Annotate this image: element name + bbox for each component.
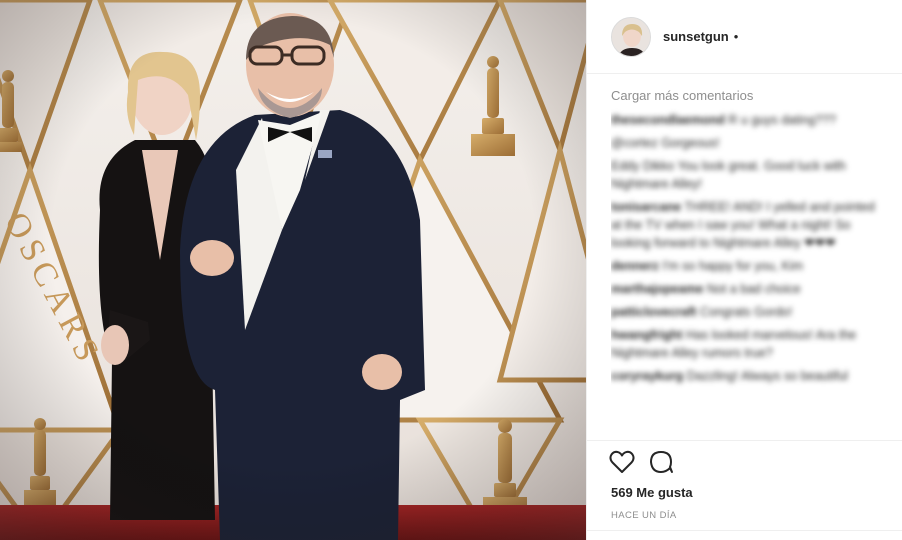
comment-item: dennerz I'm so happy for you, Kim (611, 257, 881, 275)
comment-user[interactable]: coryraykurg (611, 369, 683, 383)
bottom-divider (587, 530, 902, 531)
comments-list: Cargar más comentarios thesecondlaemond … (611, 88, 881, 436)
oscars-red-carpet-photo: OSCARS (0, 0, 586, 540)
comment-text: R u guys dating??? (728, 113, 837, 127)
comment-user[interactable]: hwangfright (611, 328, 683, 342)
comment-user[interactable]: patticlovecraft (611, 305, 696, 319)
heart-icon[interactable] (609, 450, 635, 474)
likes-count[interactable]: 569 Me gusta (611, 485, 693, 500)
post-header: sunsetgun • (587, 0, 902, 74)
comment-text: I'm so happy for you, Kim (662, 259, 804, 273)
actions-divider (587, 440, 902, 441)
avatar[interactable] (611, 16, 651, 57)
comment-text: Not a bad choice (706, 282, 801, 296)
comment-item: coryraykurg Dazzling! Always so beautifu… (611, 367, 881, 385)
comment-text: @cortez Gorgeous! (611, 136, 720, 150)
comment-item: marthajopeame Not a bad choice (611, 280, 881, 298)
comment-text: Eddy Dikko You look great. Good luck wit… (611, 159, 846, 191)
comment-item: patticlovecraft Congrats Gordo! (611, 303, 881, 321)
instagram-post-view: OSCARS (0, 0, 902, 540)
comment-icon[interactable] (649, 450, 675, 474)
post-side-panel: sunsetgun • Cargar más comentarios these… (586, 0, 902, 540)
comment-text: Dazzling! Always so beautiful (686, 369, 848, 383)
comment-item: tonisarcane THREE! AND! I yelled and poi… (611, 198, 881, 252)
post-username[interactable]: sunsetgun (663, 29, 729, 44)
comment-user[interactable]: marthajopeame (611, 282, 703, 296)
avatar-image (612, 17, 650, 56)
comment-user[interactable]: dennerz (611, 259, 659, 273)
post-actions (609, 450, 675, 474)
load-more-comments-link[interactable]: Cargar más comentarios (611, 88, 881, 103)
post-photo[interactable]: OSCARS (0, 0, 586, 540)
follow-dot: • (733, 29, 739, 44)
comment-user[interactable]: tonisarcane (611, 200, 681, 214)
comment-item: @cortez Gorgeous! (611, 134, 881, 152)
comment-user[interactable]: thesecondlaemond (611, 113, 725, 127)
comment-item: hwangfright Has looked marvelous! Ara th… (611, 326, 881, 362)
comment-text: Congrats Gordo! (699, 305, 793, 319)
post-timestamp[interactable]: HACE UN DÍA (611, 510, 677, 521)
comment-item: Eddy Dikko You look great. Good luck wit… (611, 157, 881, 193)
comment-item: thesecondlaemond R u guys dating??? (611, 111, 881, 129)
